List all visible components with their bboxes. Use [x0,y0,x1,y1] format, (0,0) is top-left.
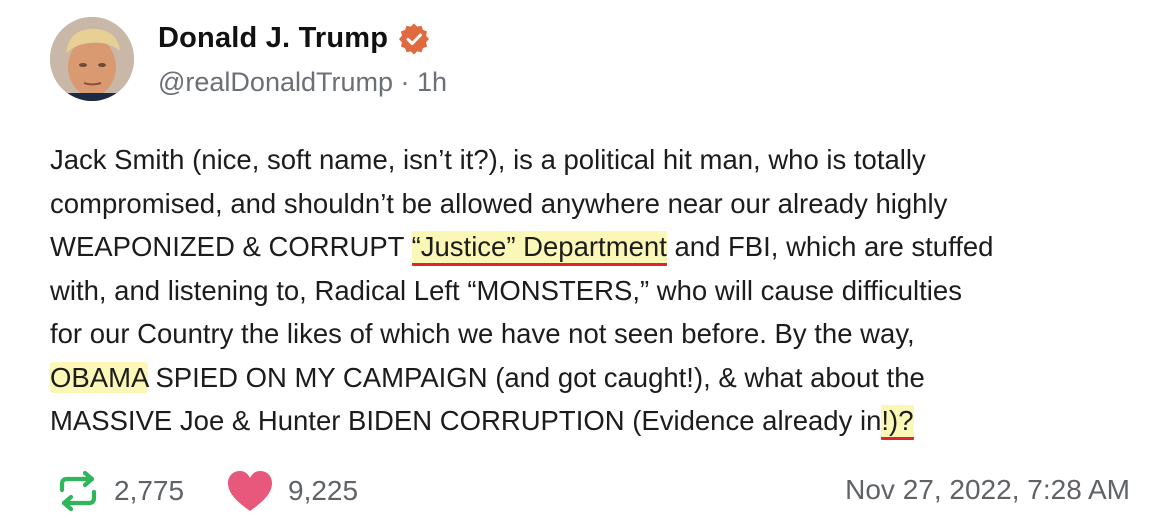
repost-count: 2,775 [114,475,185,506]
repost-button[interactable]: 2,775 [56,466,184,516]
post-text-segment: WEAPONIZED & CORRUPT [50,231,412,262]
heart-icon [228,471,272,511]
avatar-image [50,17,134,101]
post-timestamp[interactable]: Nov 27, 2022, 7:28 AM [845,474,1130,506]
post-text-line: for our Country the likes of which we ha… [50,312,1140,356]
post-text-line: compromised, and shouldn’t be allowed an… [50,182,1140,226]
post-footer: 2,775 9,225 Nov 27, 2022, 7:28 AM [50,466,1130,516]
post-text-line: OBAMA SPIED ON MY CAMPAIGN (and got caug… [50,356,1140,400]
avatar[interactable] [50,17,134,101]
repost-icon [59,470,97,512]
verified-badge-icon [398,23,430,55]
author-handle[interactable]: @realDonaldTrump [158,67,393,97]
post-text-segment: for our Country the likes of which we ha… [50,318,915,349]
post-text-segment: and FBI, which are stuffed [666,231,994,262]
post-text-line: Jack Smith (nice, soft name, isn’t it?),… [50,138,1140,182]
author-display-name[interactable]: Donald J. Trump [158,22,388,55]
highlighted-underlined-text: “Justice” Department [411,231,667,266]
post-text-segment: MASSIVE Joe & Hunter BIDEN CORRUPTION (E… [50,405,882,436]
author-meta: @realDonaldTrump · 1h [158,67,447,98]
highlighted-underlined-text: !)? [881,405,914,440]
author-name-row: Donald J. Trump [158,22,430,55]
post-time-ago[interactable]: 1h [417,67,447,97]
like-count: 9,225 [288,475,359,506]
post-card: Donald J. Trump @realDonaldTrump · 1h Ja… [0,0,1170,530]
post-text-line: MASSIVE Joe & Hunter BIDEN CORRUPTION (E… [50,399,1140,443]
highlighted-text: OBAMA [50,361,148,393]
post-text-segment: SPIED ON MY CAMPAIGN (and got caught!), … [147,361,925,393]
post-body: Jack Smith (nice, soft name, isn’t it?),… [50,138,1140,443]
post-text-line: with, and listening to, Radical Left “MO… [50,269,1140,313]
meta-separator: · [400,67,410,97]
like-button[interactable]: 9,225 [226,466,358,516]
post-text-segment: with, and listening to, Radical Left “MO… [50,274,962,306]
post-text-segment: compromised, and shouldn’t be allowed an… [50,187,948,219]
post-text-segment: Jack Smith (nice, soft name, isn’t it?),… [50,144,926,175]
post-text-line: WEAPONIZED & CORRUPT “Justice” Departmen… [50,225,1140,269]
